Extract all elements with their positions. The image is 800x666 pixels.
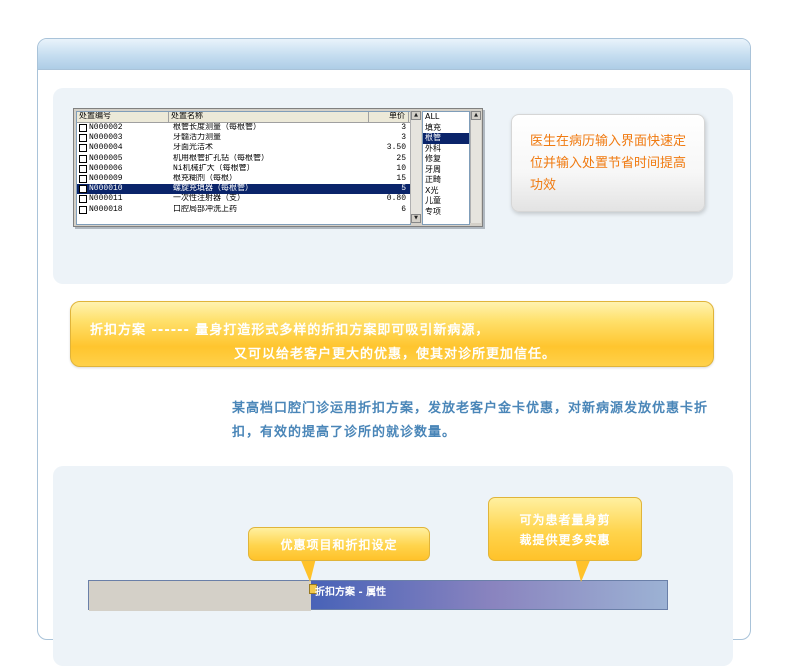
row-checkbox[interactable] [79,134,87,143]
row-checkbox[interactable] [79,205,87,214]
treatment-picker-window: 处置编号 处置名称 单价 N000002 根管长度测量（每根管） 3 N000003 牙… [73,108,483,227]
treatment-grid[interactable]: 处置编号 处置名称 单价 N000002 根管长度测量（每根管） 3 N000003 牙… [76,111,411,225]
row-code: N000010 [89,184,123,194]
table-row[interactable]: N000018 口腔局部冲洗上药 6 [77,205,410,215]
discount-plan-window: 折扣方案 - 属性 [88,580,668,611]
row-checkbox[interactable] [79,154,87,163]
category-scrollbar[interactable]: ▲ [470,111,481,223]
row-price: 0.80 [386,194,406,204]
row-price: 5 [401,184,406,194]
row-name: 牙面光洁术 [173,143,213,153]
row-name: 机用根管扩孔钻（每根管） [173,153,269,163]
category-item[interactable]: 正畸 [423,175,469,186]
grid-header: 处置编号 处置名称 单价 [77,112,410,123]
table-row[interactable]: N000006 Ni机械扩大（每根管） 10 [77,164,410,174]
quick-entry-callout: 医生在病历输入界面快速定位并输入处置节省时间提高功效 [511,114,705,212]
custom-offer-line-2: 裁提供更多实惠 [519,533,611,547]
column-header-price[interactable]: 单价 [369,112,409,122]
grid-scrollbar[interactable]: ▲ ▼ [410,111,421,223]
category-item[interactable]: 专项 [423,207,469,218]
table-row[interactable]: N000010 螺旋充填器（每根管） 5 [77,184,410,195]
custom-offer-tag: 可为患者量身剪 裁提供更多实惠 [488,497,642,561]
window-background [89,581,311,611]
callout-pointer-2 [575,558,591,582]
row-name: Ni机械扩大（每根管） [173,163,255,173]
scroll-down-arrow-icon[interactable]: ▼ [411,214,421,223]
row-price: 25 [396,153,406,163]
category-item[interactable]: 填充 [423,123,469,134]
row-price: 15 [396,173,406,183]
row-name: 一次性注射器（支） [173,194,245,204]
row-checkbox[interactable] [79,195,87,204]
table-row[interactable]: N000003 牙髓活力测量 3 [77,133,410,143]
custom-offer-line-1: 可为患者量身剪 [519,513,611,527]
row-checkbox[interactable] [79,144,87,153]
row-code: N000018 [89,204,123,214]
banner-line-2: 又可以给老客户更大的优惠，使其对诊所更加信任。 [234,347,557,362]
category-item[interactable]: 儿童 [423,196,469,207]
discount-banner: 折扣方案 ------ 量身打造形式多样的折扣方案即可吸引新病源， 又可以给老客… [70,301,714,367]
column-header-name[interactable]: 处置名称 [169,112,369,122]
discount-setting-tag: 优惠项目和折扣设定 [248,527,430,561]
row-code: N000006 [89,163,123,173]
row-code: N000003 [89,133,123,143]
feature-panel-quick-entry: 处置编号 处置名称 单价 N000002 根管长度测量（每根管） 3 N000003 牙… [53,88,733,284]
scroll-up-arrow-icon[interactable]: ▲ [411,111,421,120]
row-name: 牙髓活力测量 [173,133,221,143]
row-name: 螺旋充填器（每根管） [173,184,253,194]
row-code: N000011 [89,194,123,204]
table-row[interactable]: N000004 牙面光洁术 3.50 [77,143,410,153]
feature-panel-discount [53,466,733,666]
row-code: N000002 [89,123,123,132]
row-name: 口腔局部冲洗上药 [173,204,237,214]
card-header [38,39,750,70]
row-checkbox[interactable] [79,185,87,194]
row-code: N000009 [89,173,123,183]
row-price: 6 [401,204,406,214]
row-checkbox[interactable] [79,164,87,173]
row-price: 3.50 [386,143,406,153]
category-item[interactable]: 修复 [423,154,469,165]
category-item[interactable]: ALL [423,112,469,123]
row-price: 3 [401,123,406,132]
row-name: 根充糊剂（每根） [173,173,237,183]
category-item[interactable]: 根管 [423,133,469,144]
category-item[interactable]: X光 [423,186,469,197]
table-row[interactable]: N000005 机用根管扩孔钻（每根管） 25 [77,154,410,164]
row-code: N000004 [89,143,123,153]
table-row[interactable]: N000002 根管长度测量（每根管） 3 [77,123,410,133]
table-row[interactable]: N000009 根充糊剂（每根） 15 [77,174,410,184]
case-description: 某高档口腔门诊运用折扣方案，发放老客户金卡优惠，对新病源发放优惠卡折扣，有效的提… [232,401,709,440]
column-header-code[interactable]: 处置编号 [77,112,169,122]
row-checkbox[interactable] [79,175,87,184]
row-price: 10 [396,163,406,173]
banner-line-1: 折扣方案 ------ 量身打造形式多样的折扣方案即可吸引新病源， [90,323,490,338]
category-list[interactable]: ALL 填充 根管 外科 修复 牙周 正畸 X光 儿童 专项 [422,111,470,225]
table-row[interactable]: N000011 一次性注射器（支） 0.80 [77,194,410,204]
category-scroll-up-arrow-icon[interactable]: ▲ [471,111,481,120]
category-item[interactable]: 牙周 [423,165,469,176]
window-title: 折扣方案 - 属性 [315,587,387,598]
row-name: 根管长度测量（每根管） [173,123,261,132]
category-item[interactable]: 外科 [423,144,469,155]
grid-body: N000002 根管长度测量（每根管） 3 N000003 牙髓活力测量 3 N000004… [77,123,410,215]
row-checkbox[interactable] [79,124,87,133]
row-price: 3 [401,133,406,143]
row-code: N000005 [89,153,123,163]
